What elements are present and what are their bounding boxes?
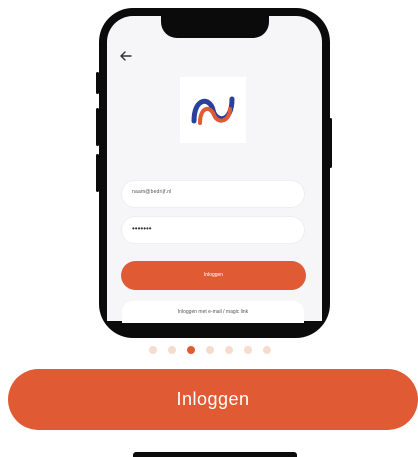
- carousel-dot[interactable]: [206, 346, 214, 354]
- brand-logo: [180, 77, 246, 143]
- password-field[interactable]: •••••••: [122, 217, 304, 243]
- phone-login-button[interactable]: Inloggen: [121, 261, 306, 290]
- carousel-dot[interactable]: [263, 346, 271, 354]
- username-field[interactable]: naam@bedrijf.nl: [122, 181, 304, 207]
- phone-notch: [161, 14, 269, 38]
- username-value: naam@bedrijf.nl: [132, 189, 172, 195]
- carousel-dot[interactable]: [244, 346, 252, 354]
- password-value: •••••••: [132, 224, 152, 233]
- carousel-dot[interactable]: [168, 346, 176, 354]
- home-indicator: [133, 452, 297, 457]
- wave-logo-icon: [191, 96, 235, 125]
- carousel-dot[interactable]: [225, 346, 233, 354]
- carousel-dot[interactable]: [149, 346, 157, 354]
- carousel-dots: [149, 346, 271, 354]
- login-button[interactable]: Inloggen: [8, 369, 418, 430]
- carousel-dot-active[interactable]: [187, 346, 195, 354]
- arrow-left-icon[interactable]: [119, 49, 135, 65]
- alt-login-link[interactable]: Inloggen met e-mail / magic link: [122, 301, 304, 323]
